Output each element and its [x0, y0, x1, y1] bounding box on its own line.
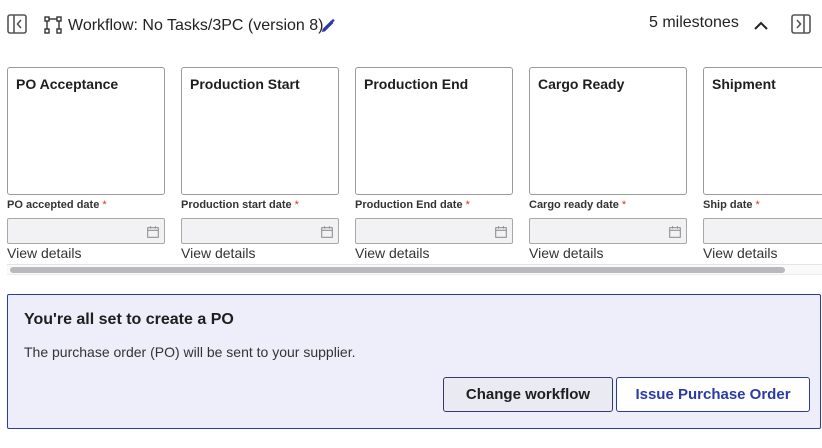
banner-message: The purchase order (PO) will be sent to … [24, 344, 356, 360]
calendar-icon[interactable] [321, 225, 333, 238]
required-marker: * [102, 199, 107, 211]
collapse-right-panel-icon[interactable] [791, 14, 811, 34]
create-po-banner: You're all set to create a PO The purcha… [7, 294, 821, 429]
milestone-card[interactable]: Cargo Ready [529, 67, 687, 195]
required-marker: * [755, 199, 760, 211]
date-input[interactable] [703, 218, 822, 244]
milestone-count: 5 milestones [649, 14, 739, 31]
date-label: Production End date * [355, 199, 470, 211]
milestone-po-acceptance: PO Acceptance PO accepted date * View det… [7, 67, 166, 261]
required-marker: * [621, 199, 627, 211]
required-marker: * [294, 199, 299, 211]
view-details-link[interactable]: View details [703, 245, 822, 261]
milestone-shipment: Shipment Ship date * View details [703, 67, 822, 261]
scrollbar-thumb[interactable] [10, 267, 785, 273]
required-marker: * [465, 199, 470, 211]
view-details-link[interactable]: View details [355, 245, 514, 261]
milestone-title: Production End [364, 76, 469, 92]
issue-purchase-order-button[interactable]: Issue Purchase Order [616, 377, 810, 412]
calendar-icon[interactable] [147, 225, 159, 238]
milestone-card[interactable]: Shipment [703, 67, 822, 195]
horizontal-scrollbar[interactable] [7, 264, 822, 275]
milestone-production-start: Production Start Production start date * … [181, 67, 340, 261]
collapse-left-panel-icon[interactable] [7, 14, 27, 34]
milestone-card[interactable]: Production End [355, 67, 513, 195]
milestone-card[interactable]: PO Acceptance [7, 67, 165, 195]
date-input[interactable] [7, 218, 165, 244]
milestone-cargo-ready: Cargo Ready Cargo ready date * View detai… [529, 67, 688, 261]
banner-title: You're all set to create a PO [24, 311, 234, 328]
date-input[interactable] [355, 218, 513, 244]
milestone-card[interactable]: Production Start [181, 67, 339, 195]
chevron-up-icon[interactable] [752, 17, 770, 35]
workflow-title: Workflow: No Tasks/3PC (version 8) [68, 17, 324, 34]
date-label: PO accepted date * [7, 199, 107, 211]
workflow-icon [44, 16, 62, 34]
milestone-title: Cargo Ready [538, 76, 625, 92]
calendar-icon[interactable] [495, 225, 507, 238]
view-details-link[interactable]: View details [7, 245, 166, 261]
date-input[interactable] [181, 218, 339, 244]
calendar-icon[interactable] [669, 225, 681, 238]
milestone-list: PO Acceptance PO accepted date * View det… [0, 67, 822, 267]
date-label: Production start date * [181, 199, 299, 211]
milestone-title: PO Acceptance [16, 76, 119, 92]
pencil-edit-icon[interactable] [320, 18, 336, 34]
date-label: Cargo ready date * [529, 199, 627, 211]
milestone-title: Production Start [190, 76, 300, 92]
milestone-title: Shipment [712, 76, 776, 92]
date-input[interactable] [529, 218, 687, 244]
change-workflow-button[interactable]: Change workflow [443, 377, 613, 412]
milestone-production-end: Production End Production End date * View… [355, 67, 514, 261]
date-label: Ship date * [703, 199, 760, 211]
workflow-panel: Workflow: No Tasks/3PC (version 8) 5 mil… [0, 0, 822, 448]
view-details-link[interactable]: View details [181, 245, 340, 261]
view-details-link[interactable]: View details [529, 245, 688, 261]
